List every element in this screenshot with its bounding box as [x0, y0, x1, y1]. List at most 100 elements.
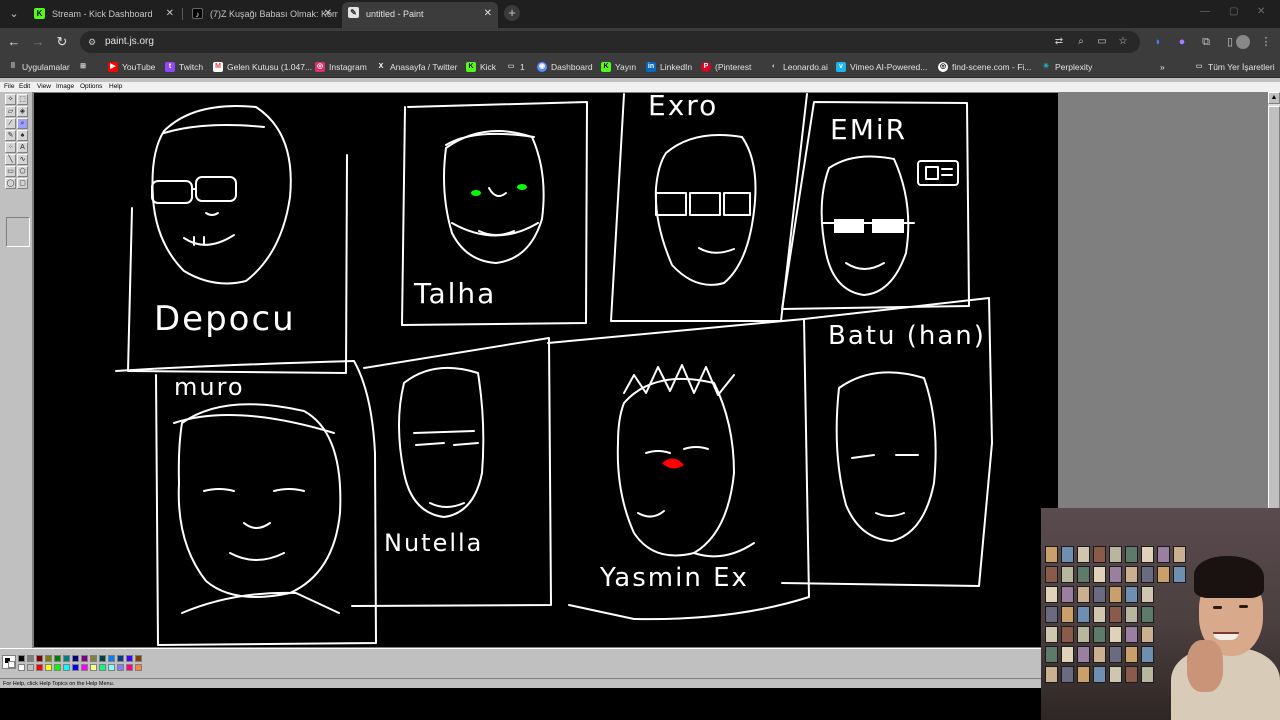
menu-kebab-icon[interactable]: ⋮: [1258, 34, 1274, 50]
ellipse-icon[interactable]: ◯: [5, 178, 16, 189]
close-tab-icon[interactable]: ✕: [166, 3, 174, 25]
eraser-icon[interactable]: ▱: [5, 106, 16, 117]
drawing-canvas[interactable]: Depocu Talha Exro EMiR Batu (han) muro N…: [34, 93, 1058, 647]
palette-swatch[interactable]: [126, 655, 133, 662]
palette-swatch[interactable]: [36, 655, 43, 662]
rectangle-icon[interactable]: ▭: [5, 166, 16, 177]
palette-swatch[interactable]: [45, 655, 52, 662]
extension-icon[interactable]: ●: [1174, 34, 1190, 50]
tab-paint[interactable]: ✎ untitled - Paint ✕: [342, 2, 498, 28]
bookmark-find-scene[interactable]: ◎ find-scene.com - Fi...: [938, 56, 1031, 78]
palette-swatch[interactable]: [117, 664, 124, 671]
menu-image[interactable]: Image: [56, 82, 74, 92]
line-icon[interactable]: ╲: [5, 154, 16, 165]
palette-swatch[interactable]: [18, 655, 25, 662]
bookmark-linkedin[interactable]: in LinkedIn: [646, 56, 692, 78]
current-colors[interactable]: [2, 655, 16, 669]
bookmark-pinterest[interactable]: P (Pinterest: [701, 56, 751, 78]
maximize-icon[interactable]: ▢: [1229, 6, 1238, 17]
close-tab-icon[interactable]: ✕: [484, 2, 492, 26]
menu-view[interactable]: View: [37, 82, 51, 92]
palette-swatch[interactable]: [27, 664, 34, 671]
background-color[interactable]: [8, 661, 15, 668]
tab-search-chevron-icon[interactable]: ⌄: [4, 4, 24, 24]
menu-options[interactable]: Options: [80, 82, 102, 92]
airbrush-icon[interactable]: ⁘: [5, 142, 16, 153]
tab-kick-dashboard[interactable]: K Stream - Kick Dashboard ✕: [28, 3, 180, 25]
menu-edit[interactable]: Edit: [19, 82, 30, 92]
bookmark-folder-1[interactable]: ▭ 1: [506, 56, 525, 78]
extension-icon[interactable]: ◗: [1150, 34, 1166, 50]
address-bar[interactable]: ⚙ paint.js.org ⇄ ⌕ ▭ ☆: [80, 31, 1140, 53]
rounded-rect-icon[interactable]: ▢: [17, 178, 28, 189]
text-icon[interactable]: A: [17, 142, 28, 153]
color-picker-icon[interactable]: ⁄: [5, 118, 16, 129]
palette-swatch[interactable]: [45, 664, 52, 671]
palette-swatch[interactable]: [72, 655, 79, 662]
palette-swatch[interactable]: [54, 664, 61, 671]
palette-swatch[interactable]: [72, 664, 79, 671]
rect-select-icon[interactable]: ⬚: [17, 94, 28, 105]
polygon-icon[interactable]: ⬠: [17, 166, 28, 177]
new-tab-button[interactable]: +: [504, 5, 520, 21]
back-icon[interactable]: ←: [6, 34, 22, 50]
close-tab-icon[interactable]: ✕: [324, 3, 332, 25]
palette-swatch[interactable]: [135, 664, 142, 671]
palette-swatch[interactable]: [108, 655, 115, 662]
palette-swatch[interactable]: [18, 664, 25, 671]
profile-avatar[interactable]: [1236, 35, 1250, 49]
brush-icon[interactable]: ♠: [17, 130, 28, 141]
translate-icon[interactable]: ⇄: [1052, 35, 1066, 49]
palette-swatch[interactable]: [108, 664, 115, 671]
bookmark-yayin[interactable]: K Yayın: [601, 56, 636, 78]
pencil-icon[interactable]: ✎: [5, 130, 16, 141]
palette-swatch[interactable]: [63, 664, 70, 671]
bookmark-leonardo[interactable]: ◐ Leonardo.ai: [769, 56, 828, 78]
bookmark-grid[interactable]: ⊞: [78, 56, 92, 78]
minimize-icon[interactable]: —: [1200, 6, 1210, 17]
bookmark-vimeo[interactable]: v Vimeo AI-Powered...: [836, 56, 927, 78]
palette-swatch[interactable]: [27, 655, 34, 662]
site-info-icon[interactable]: ⚙: [88, 36, 100, 48]
bookmark-apps[interactable]: ⠿ Uygulamalar: [8, 56, 69, 78]
bookmark-star-icon[interactable]: ☆: [1116, 35, 1130, 49]
free-select-icon[interactable]: ✧: [5, 94, 16, 105]
tab-tiktok[interactable]: ♪ (7)Z Kuşağı Babası Olmak: Kom ✕: [186, 3, 338, 25]
bookmark-gmail[interactable]: M Gelen Kutusu (1.047...: [213, 56, 312, 78]
palette-swatch[interactable]: [63, 655, 70, 662]
palette-swatch[interactable]: [90, 655, 97, 662]
bookmark-kick[interactable]: K Kick: [466, 56, 496, 78]
wall-poster: [1061, 626, 1074, 643]
palette-swatch[interactable]: [90, 664, 97, 671]
bookmark-youtube[interactable]: ▶ YouTube: [108, 56, 155, 78]
bookmark-perplexity[interactable]: ✳ Perplexity: [1041, 56, 1092, 78]
close-window-icon[interactable]: ✕: [1257, 6, 1265, 17]
magnifier-icon[interactable]: ⌕: [17, 118, 28, 129]
forward-icon[interactable]: →: [30, 34, 46, 50]
menu-file[interactable]: File: [4, 82, 14, 92]
palette-swatch[interactable]: [99, 655, 106, 662]
bookmark-twitter[interactable]: X Anasayfa / Twitter: [376, 56, 458, 78]
bookmark-all[interactable]: ▭ Tüm Yer İşaretleri: [1194, 56, 1275, 78]
cast-icon[interactable]: ▭: [1095, 35, 1109, 49]
palette-swatch[interactable]: [117, 655, 124, 662]
bookmark-twitch[interactable]: t Twitch: [165, 56, 203, 78]
palette-swatch[interactable]: [81, 664, 88, 671]
palette-swatch[interactable]: [126, 664, 133, 671]
bookmarks-overflow-chevron-icon[interactable]: »: [1160, 56, 1165, 78]
menu-help[interactable]: Help: [109, 82, 122, 92]
palette-swatch[interactable]: [54, 655, 61, 662]
extensions-puzzle-icon[interactable]: ⧉: [1198, 34, 1214, 50]
curve-icon[interactable]: ∿: [17, 154, 28, 165]
bookmark-instagram[interactable]: ◎ Instagram: [315, 56, 367, 78]
palette-swatch[interactable]: [99, 664, 106, 671]
palette-swatch[interactable]: [36, 664, 43, 671]
fill-icon[interactable]: ◈: [17, 106, 28, 117]
scroll-up-icon[interactable]: ▲: [1268, 92, 1280, 104]
zoom-icon[interactable]: ⌕: [1074, 35, 1088, 49]
reload-icon[interactable]: ↻: [54, 34, 70, 50]
tool-options[interactable]: [6, 217, 30, 247]
bookmark-dashboard[interactable]: ◉ Dashboard: [537, 56, 593, 78]
palette-swatch[interactable]: [135, 655, 142, 662]
palette-swatch[interactable]: [81, 655, 88, 662]
